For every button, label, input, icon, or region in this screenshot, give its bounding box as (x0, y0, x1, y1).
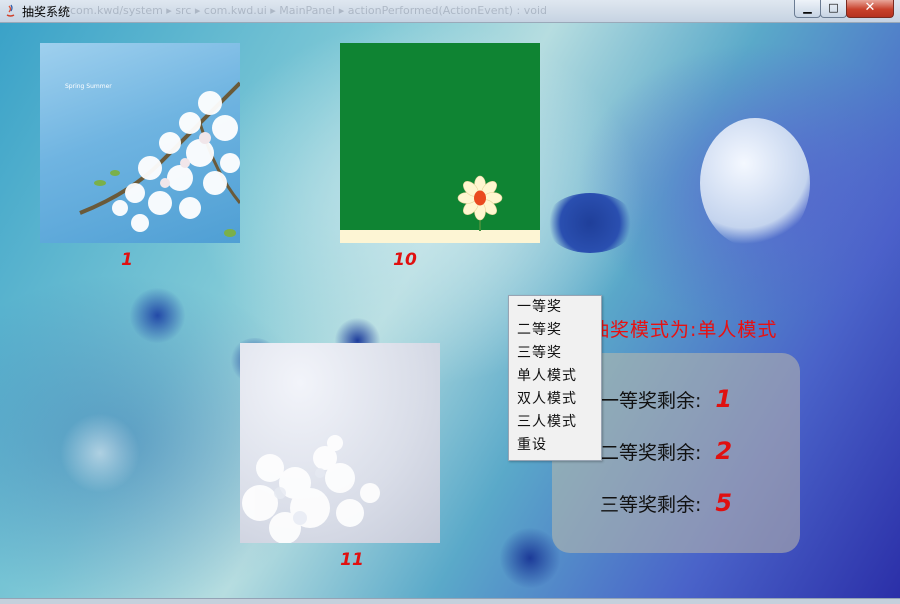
prize-label-3: 11 (340, 550, 364, 570)
remaining-count: 2 (715, 437, 733, 465)
lottery-mode-text: 抽奖模式为:单人模式 (590, 319, 778, 341)
background-bokeh (500, 528, 560, 588)
remaining-second-prize: 二等奖剩余: 2 (600, 437, 732, 465)
cherry-blossom-photo (79, 81, 240, 237)
prize-label-2: 10 (393, 250, 417, 270)
menu-item-first-prize[interactable]: 一等奖 (509, 296, 601, 319)
window-bottom-border (0, 598, 900, 604)
background-bokeh (60, 413, 140, 493)
background-bokeh (700, 118, 810, 248)
close-button[interactable]: ✕ (846, 0, 894, 18)
background-bokeh (545, 193, 635, 253)
remaining-first-prize: 一等奖剩余: 1 (600, 385, 732, 413)
daisy-on-green-picture (340, 175, 540, 243)
remaining-count: 5 (715, 489, 733, 517)
minimize-button[interactable]: ▁ (794, 0, 821, 18)
remaining-count: 1 (715, 385, 733, 413)
snow-crystal-photo (242, 435, 380, 543)
menu-item-triple-mode[interactable]: 三人模式 (509, 411, 601, 434)
maximize-icon: □ (828, 1, 839, 14)
maximize-button[interactable]: □ (820, 0, 847, 18)
menu-item-third-prize[interactable]: 三等奖 (509, 342, 601, 365)
menu-item-reset[interactable]: 重设 (509, 434, 601, 457)
context-menu: 一等奖 二等奖 三等奖 单人模式 双人模式 三人模式 重设 (508, 295, 602, 461)
background-window-text: com.kwd/system ▸ src ▸ com.kwd.ui ▸ Main… (70, 4, 548, 17)
prize-picture-1: Spring Summer (40, 43, 240, 243)
menu-item-single-mode[interactable]: 单人模式 (509, 365, 601, 388)
prize-picture-3 (240, 343, 440, 543)
menu-item-second-prize[interactable]: 二等奖 (509, 319, 601, 342)
prize-picture-2 (340, 43, 540, 243)
close-icon: ✕ (864, 0, 876, 15)
remaining-label: 三等奖剩余: (600, 494, 702, 516)
prize-label-1: 1 (121, 250, 133, 270)
remaining-label: 一等奖剩余: (600, 390, 702, 412)
picture-caption: Spring Summer (65, 83, 112, 90)
window-title: 抽奖系统 (22, 5, 71, 19)
remaining-label: 二等奖剩余: (600, 442, 702, 464)
menu-item-double-mode[interactable]: 双人模式 (509, 388, 601, 411)
background-bokeh (130, 288, 185, 343)
remaining-third-prize: 三等奖剩余: 5 (600, 489, 732, 517)
java-app-icon (6, 4, 15, 17)
minimize-icon: ▁ (803, 1, 812, 14)
window-titlebar: 抽奖系统 com.kwd/system ▸ src ▸ com.kwd.ui ▸… (0, 0, 900, 23)
